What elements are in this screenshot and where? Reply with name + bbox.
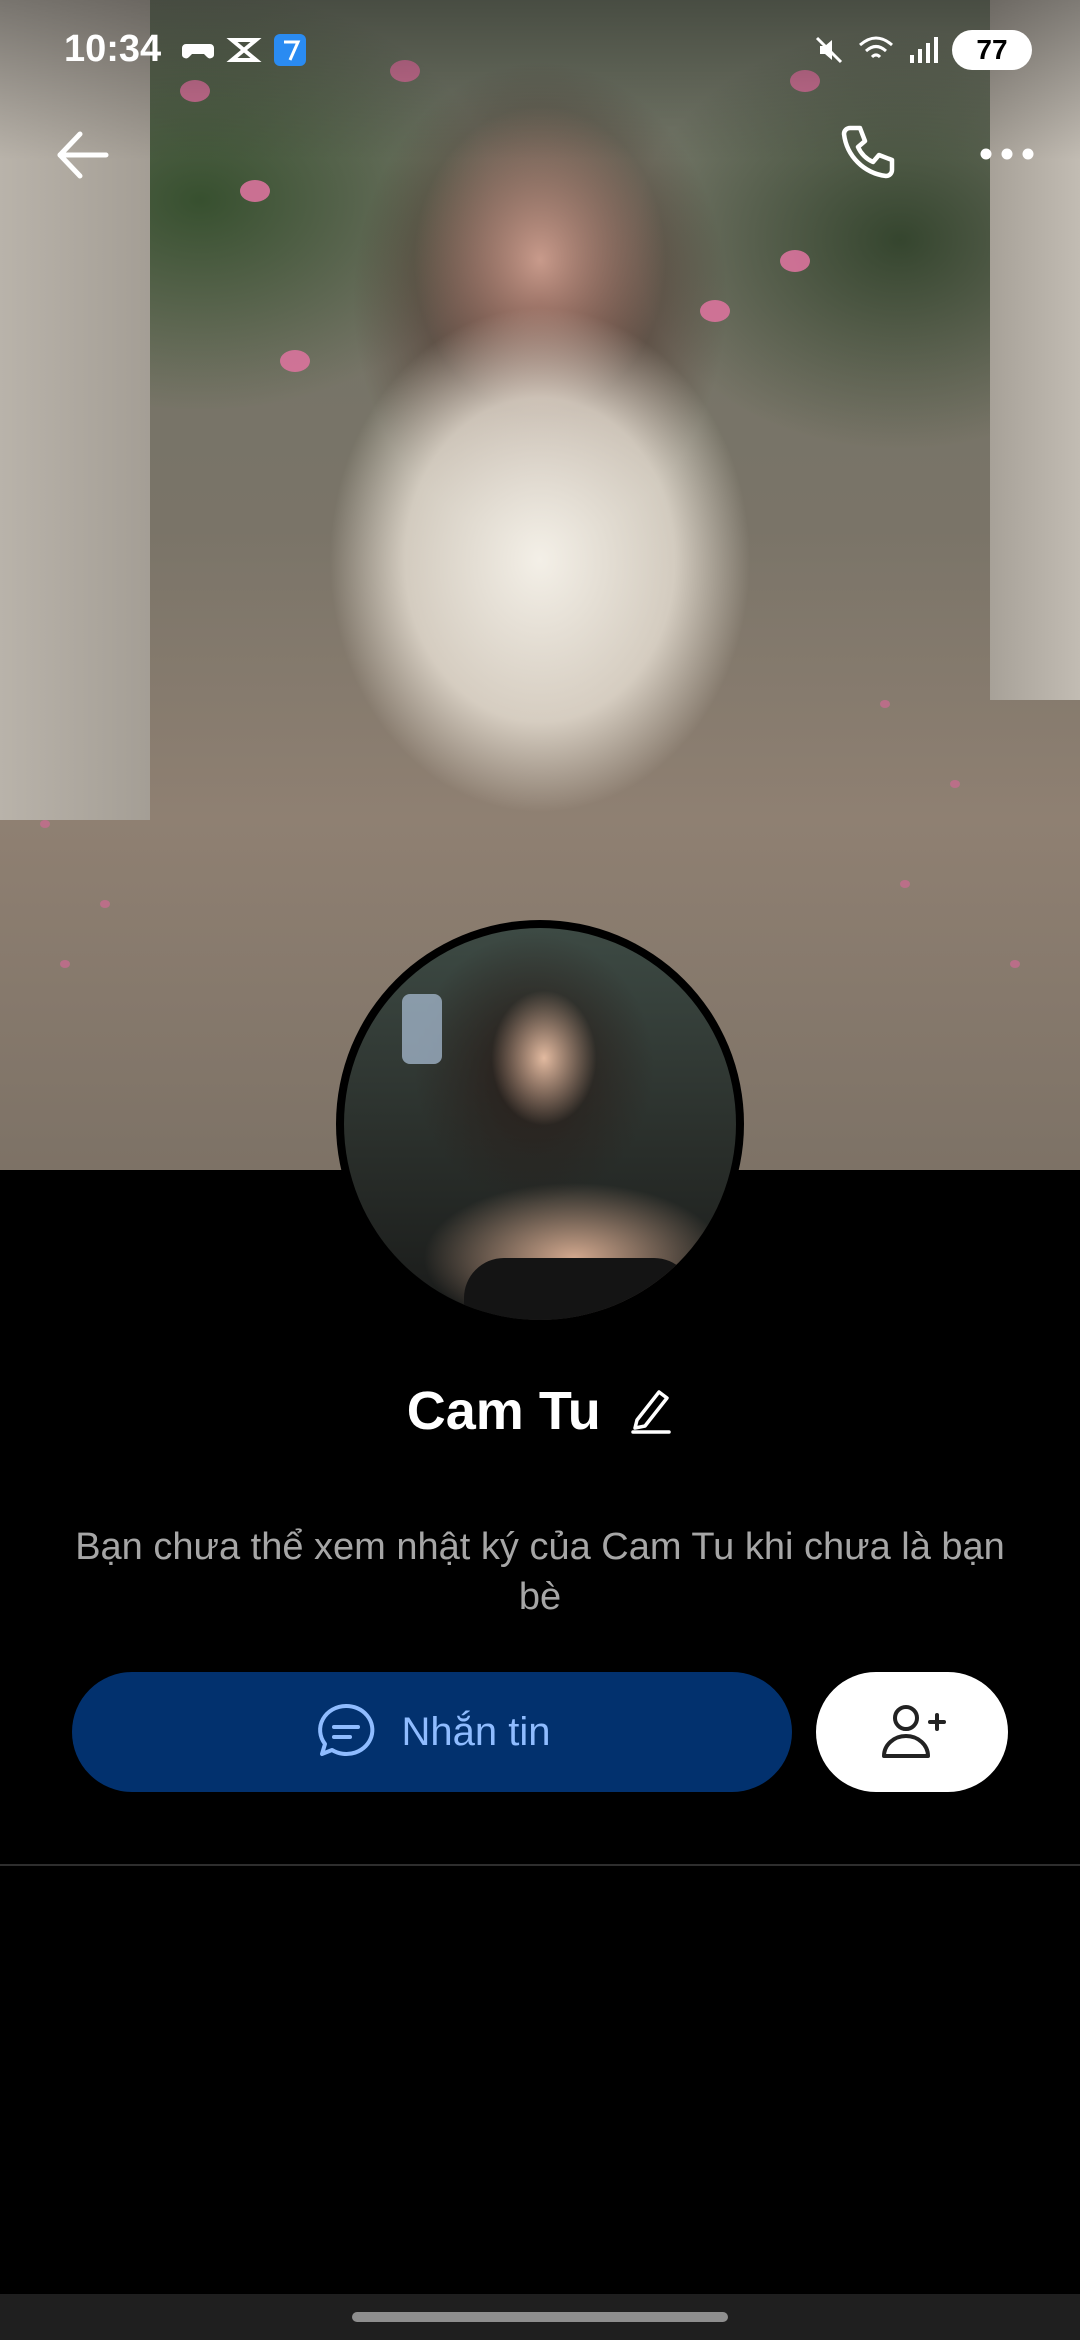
flower	[280, 350, 310, 372]
flower	[780, 250, 810, 272]
privacy-notice: Bạn chưa thể xem nhật ký của Cam Tu khi …	[75, 1526, 1005, 1618]
ground-petal	[1010, 960, 1020, 968]
avatar-clothing	[464, 1258, 694, 1320]
battery-indicator: 77	[952, 30, 1032, 70]
avatar-photo	[344, 928, 736, 1320]
arrow-left-icon	[57, 131, 109, 179]
pencil-icon	[631, 1389, 671, 1434]
game-controller-icon	[181, 44, 215, 59]
status-app-icons	[180, 32, 308, 68]
ground-petal	[40, 820, 50, 828]
profile-name-row: Cam Tu	[0, 1380, 1080, 1442]
signal-icon	[910, 37, 938, 63]
call-button[interactable]	[832, 118, 902, 188]
chat-bubble-icon	[317, 1703, 374, 1756]
ground-petal	[60, 960, 70, 968]
more-options-button[interactable]	[972, 120, 1042, 190]
status-bar: 10:34 77	[0, 0, 1080, 100]
flower	[700, 300, 730, 322]
profile-name: Cam Tu	[406, 1381, 601, 1441]
edit-name-button[interactable]	[629, 1384, 673, 1439]
message-button[interactable]: Nhắn tin	[72, 1672, 792, 1792]
flower	[240, 180, 270, 202]
ground-petal	[900, 880, 910, 888]
more-horizontal-icon	[980, 148, 1034, 160]
add-user-icon	[882, 1705, 946, 1758]
ground-petal	[950, 780, 960, 788]
avatar[interactable]	[336, 920, 744, 1328]
avatar-phone-reflection	[402, 994, 442, 1064]
phone-icon	[841, 125, 895, 179]
messenger-app-icon	[274, 34, 306, 66]
ground-petal	[880, 700, 890, 708]
add-friend-button[interactable]	[816, 1672, 1008, 1792]
message-button-label: Nhắn tin	[401, 1709, 551, 1754]
battery-level: 77	[976, 34, 1008, 65]
home-indicator[interactable]	[352, 2312, 728, 2322]
mute-icon	[815, 36, 843, 64]
back-button[interactable]	[48, 120, 118, 190]
ground-petal	[100, 900, 110, 908]
status-time: 10:34	[64, 28, 162, 70]
capcut-icon	[226, 38, 262, 62]
status-system: 77	[814, 30, 1032, 70]
wifi-icon	[859, 36, 893, 59]
section-divider	[0, 1864, 1080, 1866]
